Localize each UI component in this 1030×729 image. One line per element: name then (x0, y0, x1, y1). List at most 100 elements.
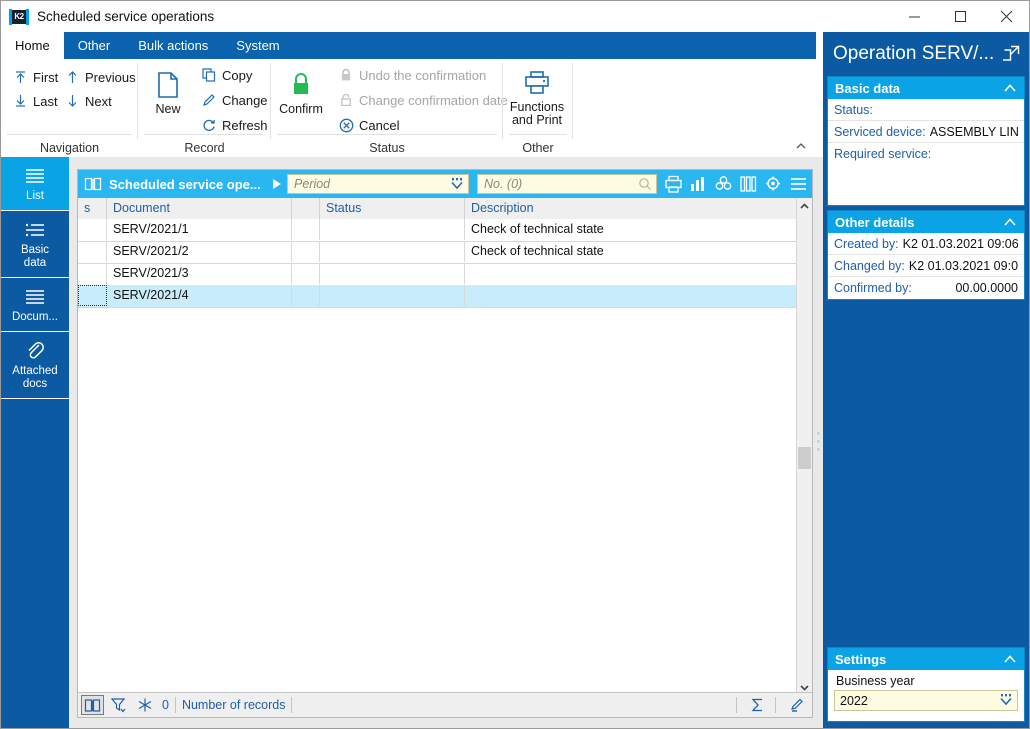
section-body-other-details: Created by: K2 01.03.2021 09:06:44 Chang… (828, 233, 1024, 299)
sidebar-item-basic-data-label-line1: Basic (20, 244, 50, 256)
functions-and-print-button[interactable]: Functions and Print (509, 65, 565, 127)
cancel-button[interactable]: Cancel (337, 117, 399, 133)
search-icon[interactable] (638, 177, 652, 194)
minimize-button[interactable] (891, 1, 937, 32)
collapse-ribbon-button[interactable] (794, 139, 808, 153)
gear-icon[interactable] (763, 174, 783, 194)
ribbon-group-record: New Copy Change Refresh Record (138, 59, 271, 157)
sum-sigma-button[interactable] (746, 695, 769, 715)
cell-description (465, 285, 796, 306)
panel-splitter[interactable] (815, 157, 823, 728)
first-button[interactable]: First (11, 69, 58, 85)
confirm-button[interactable]: Confirm (273, 67, 329, 116)
chevron-down-icon[interactable] (998, 692, 1014, 713)
refresh-button[interactable]: Refresh (200, 117, 268, 133)
grid-vertical-scrollbar[interactable] (796, 198, 812, 695)
section-header-other-details[interactable]: Other details (828, 211, 1024, 233)
filter-funnel-button[interactable] (107, 695, 130, 715)
sidebar-item-list[interactable]: List (1, 157, 69, 211)
scrollbar-thumb[interactable] (798, 447, 811, 469)
column-header-description[interactable]: Description (465, 198, 796, 219)
change-button[interactable]: Change (200, 92, 268, 108)
copy-icon (200, 67, 218, 83)
tab-home[interactable]: Home (1, 32, 64, 59)
sidebar-item-documents[interactable]: Docum... (1, 278, 69, 332)
grid-toolbar-icons (663, 174, 808, 194)
number-search-input[interactable]: No. (0) (477, 174, 657, 194)
cell-status (320, 241, 465, 262)
pencil-icon (200, 92, 218, 108)
field-serviced-device-value: ASSEMBLY LINE 1 (929, 124, 1018, 139)
number-of-records-label: Number of records (181, 698, 286, 712)
grid-title: Scheduled service ope... (109, 176, 261, 192)
cell-blank (292, 219, 320, 240)
section-header-basic-data[interactable]: Basic data (828, 77, 1024, 99)
ribbon: First Previous Last Next Navigation New … (1, 59, 816, 158)
column-header-document[interactable]: Document (107, 198, 292, 219)
previous-button[interactable]: Previous (63, 69, 136, 85)
column-header-s[interactable]: s (78, 198, 107, 219)
columns-icon[interactable] (738, 174, 758, 194)
chevron-up-icon[interactable] (1003, 652, 1017, 667)
new-button[interactable]: New (140, 67, 196, 116)
tab-bulk-actions[interactable]: Bulk actions (124, 32, 222, 59)
column-header-status[interactable]: Status (320, 198, 465, 219)
maximize-button[interactable] (937, 1, 983, 32)
field-changed-by-value: K2 01.03.2021 09:06... (908, 258, 1018, 273)
sidebar-item-basic-data[interactable]: Basic data (1, 211, 69, 278)
operation-title: Operation SERV/... (833, 42, 995, 64)
group-caption-status: Status (369, 141, 405, 155)
print-icon[interactable] (663, 174, 683, 194)
change-label: Change (222, 92, 268, 108)
field-status: Status: (828, 99, 1024, 121)
record-count: 0 (162, 698, 169, 712)
title-bar: K2 Scheduled service operations (1, 1, 1029, 32)
field-status-label: Status: (834, 102, 873, 117)
table-row[interactable]: SERV/2021/3 (78, 263, 812, 286)
document-lines-icon (3, 286, 67, 308)
padlock-green-icon (273, 67, 329, 103)
tab-other[interactable]: Other (64, 32, 125, 59)
functions-label-line2: and Print (511, 113, 563, 127)
bar-chart-icon[interactable] (688, 174, 708, 194)
edit-pencil-button[interactable] (785, 695, 808, 715)
column-header-blank[interactable] (292, 198, 320, 219)
chevron-up-icon[interactable] (1003, 215, 1017, 230)
last-button[interactable]: Last (11, 93, 58, 109)
arrow-up-icon (63, 69, 81, 85)
grid-footer-bar: 0 Number of records (78, 692, 812, 717)
sidebar-item-attached-docs[interactable]: Attached docs (1, 332, 69, 399)
chevron-down-icon[interactable] (449, 176, 465, 196)
refresh-icon (200, 117, 218, 133)
section-header-settings[interactable]: Settings (828, 648, 1024, 670)
book-view-button[interactable] (81, 695, 104, 715)
snowflake-icon[interactable] (133, 695, 156, 715)
copy-button[interactable]: Copy (200, 67, 252, 83)
cell-blank (292, 263, 320, 284)
table-row-selected[interactable]: SERV/2021/4 (78, 285, 812, 308)
table-row[interactable]: SERV/2021/2 Check of technical state (78, 241, 812, 264)
open-external-icon[interactable] (999, 45, 1020, 65)
field-created-by-label: Created by: (834, 236, 899, 251)
ribbon-group-status: Confirm Undo the confirmation Change con… (271, 59, 508, 157)
next-button[interactable]: Next (63, 93, 112, 109)
play-triangle-icon[interactable] (269, 176, 285, 192)
change-confirmation-date-button[interactable]: Change confirmation date (337, 92, 508, 108)
grid-column-headers: s Document Status Description (78, 198, 812, 220)
period-dropdown[interactable]: Period (287, 174, 469, 194)
hamburger-menu-icon[interactable] (788, 174, 808, 194)
logo-text: K2 (12, 9, 26, 24)
tab-system[interactable]: System (222, 32, 293, 59)
business-year-dropdown[interactable]: 2022 (834, 690, 1018, 711)
undo-confirmation-button[interactable]: Undo the confirmation (337, 67, 486, 83)
ribbon-group-navigation: First Previous Last Next Navigation (1, 59, 138, 157)
close-button[interactable] (983, 1, 1029, 32)
copy-label: Copy (222, 67, 253, 83)
business-year-value: 2022 (840, 693, 868, 708)
scroll-up-button[interactable] (797, 198, 812, 214)
grid-panel: Scheduled service ope... Period No. (0) (77, 169, 813, 718)
table-row[interactable]: SERV/2021/1 Check of technical state (78, 219, 812, 242)
chevron-up-icon[interactable] (1003, 81, 1017, 96)
cube-group-icon[interactable] (713, 174, 733, 194)
field-confirmed-by-value: 00.00.0000 (955, 281, 1018, 295)
